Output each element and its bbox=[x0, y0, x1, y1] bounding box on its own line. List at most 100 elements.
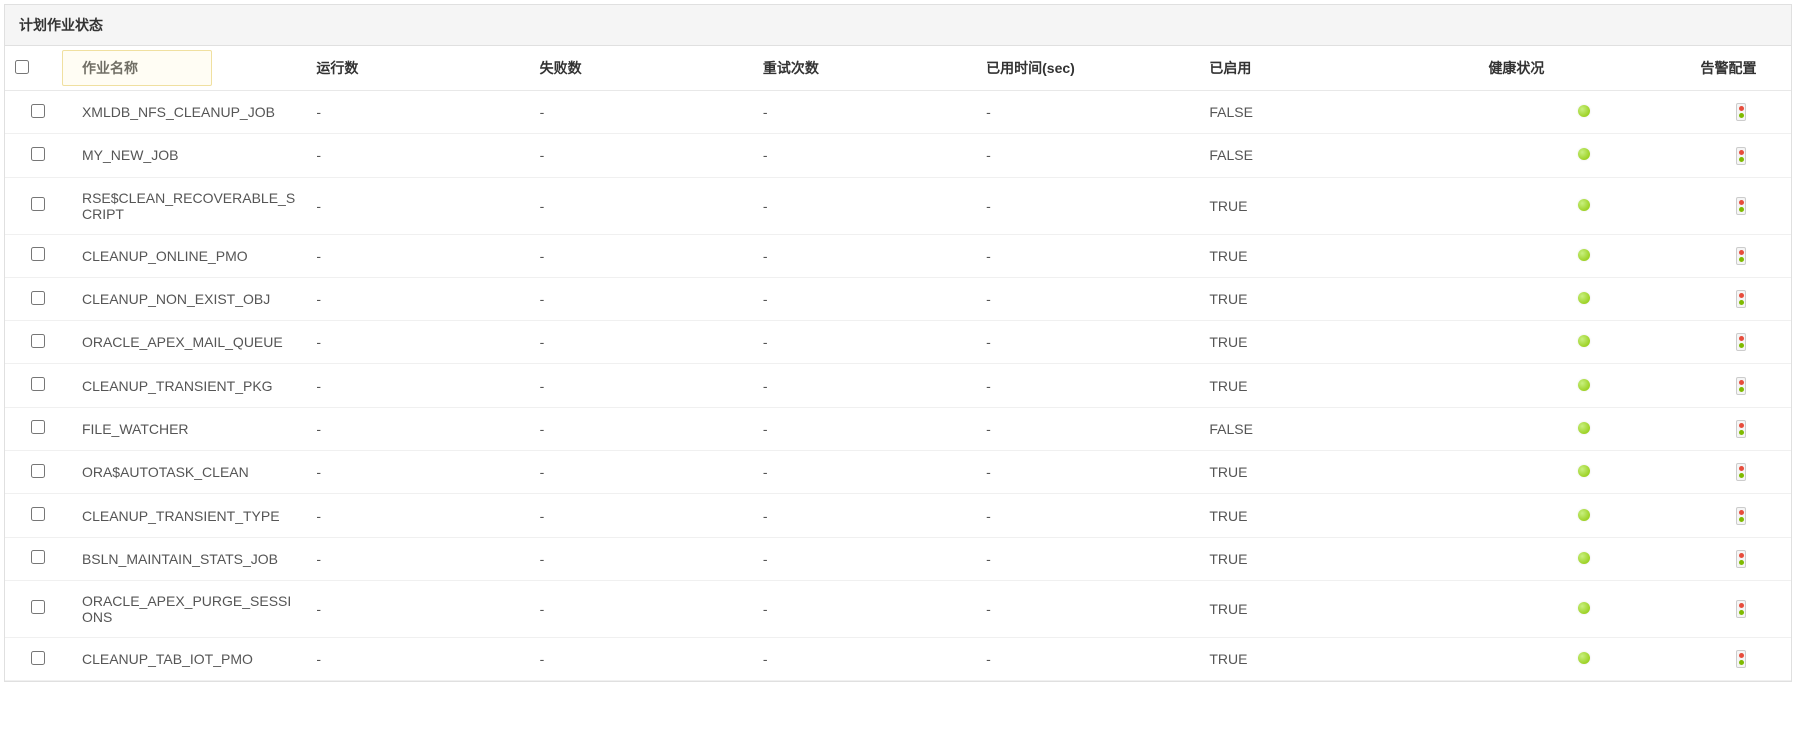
row-checkbox-cell bbox=[5, 537, 72, 580]
row-checkbox-cell bbox=[5, 637, 72, 680]
table-row: BSLN_MAINTAIN_STATS_JOB----TRUE bbox=[5, 537, 1791, 580]
cell-retry-count: - bbox=[753, 637, 976, 680]
cell-run-count: - bbox=[306, 580, 529, 637]
row-checkbox[interactable] bbox=[31, 247, 45, 261]
row-checkbox[interactable] bbox=[31, 147, 45, 161]
alarm-config-icon[interactable] bbox=[1736, 600, 1746, 618]
row-checkbox[interactable] bbox=[31, 464, 45, 478]
cell-run-count: - bbox=[306, 407, 529, 450]
select-all-checkbox[interactable] bbox=[15, 60, 29, 74]
row-checkbox-cell bbox=[5, 364, 72, 407]
row-checkbox[interactable] bbox=[31, 600, 45, 614]
cell-alarm bbox=[1691, 134, 1791, 177]
alarm-config-icon[interactable] bbox=[1736, 290, 1746, 308]
alarm-config-icon[interactable] bbox=[1736, 147, 1746, 165]
cell-time: - bbox=[976, 234, 1199, 277]
cell-retry-count: - bbox=[753, 177, 976, 234]
alarm-config-icon[interactable] bbox=[1736, 507, 1746, 525]
header-alarm[interactable]: 告警配置 bbox=[1691, 46, 1791, 91]
alarm-config-icon[interactable] bbox=[1736, 103, 1746, 121]
cell-run-count: - bbox=[306, 321, 529, 364]
cell-health bbox=[1478, 537, 1690, 580]
cell-job-name[interactable]: ORA$AUTOTASK_CLEAN bbox=[72, 451, 306, 494]
alarm-config-icon[interactable] bbox=[1736, 650, 1746, 668]
cell-time: - bbox=[976, 177, 1199, 234]
cell-health bbox=[1478, 91, 1690, 134]
row-checkbox-cell bbox=[5, 494, 72, 537]
cell-job-name[interactable]: CLEANUP_TRANSIENT_TYPE bbox=[72, 494, 306, 537]
cell-job-name[interactable]: CLEANUP_NON_EXIST_OBJ bbox=[72, 277, 306, 320]
cell-run-count: - bbox=[306, 234, 529, 277]
cell-job-name[interactable]: BSLN_MAINTAIN_STATS_JOB bbox=[72, 537, 306, 580]
cell-run-count: - bbox=[306, 451, 529, 494]
cell-run-count: - bbox=[306, 134, 529, 177]
cell-retry-count: - bbox=[753, 234, 976, 277]
row-checkbox[interactable] bbox=[31, 550, 45, 564]
cell-time: - bbox=[976, 364, 1199, 407]
cell-run-count: - bbox=[306, 91, 529, 134]
cell-fail-count: - bbox=[530, 321, 753, 364]
header-fail[interactable]: 失败数 bbox=[530, 46, 753, 91]
cell-job-name[interactable]: MY_NEW_JOB bbox=[72, 134, 306, 177]
alarm-config-icon[interactable] bbox=[1736, 247, 1746, 265]
health-status-icon bbox=[1578, 292, 1590, 304]
table-header-row: 作业名称 运行数 失败数 重试次数 已用时间(sec) 已启用 健康状况 告警配… bbox=[5, 46, 1791, 91]
cell-run-count: - bbox=[306, 537, 529, 580]
cell-fail-count: - bbox=[530, 580, 753, 637]
cell-alarm bbox=[1691, 364, 1791, 407]
cell-enabled: TRUE bbox=[1199, 177, 1478, 234]
row-checkbox[interactable] bbox=[31, 420, 45, 434]
alarm-config-icon[interactable] bbox=[1736, 420, 1746, 438]
table-row: RSE$CLEAN_RECOVERABLE_SCRIPT----TRUE bbox=[5, 177, 1791, 234]
cell-enabled: FALSE bbox=[1199, 91, 1478, 134]
row-checkbox[interactable] bbox=[31, 377, 45, 391]
row-checkbox-cell bbox=[5, 407, 72, 450]
cell-health bbox=[1478, 451, 1690, 494]
cell-health bbox=[1478, 494, 1690, 537]
header-time[interactable]: 已用时间(sec) bbox=[976, 46, 1199, 91]
alarm-config-icon[interactable] bbox=[1736, 197, 1746, 215]
row-checkbox[interactable] bbox=[31, 291, 45, 305]
health-status-icon bbox=[1578, 602, 1590, 614]
cell-alarm bbox=[1691, 537, 1791, 580]
alarm-config-icon[interactable] bbox=[1736, 333, 1746, 351]
cell-health bbox=[1478, 364, 1690, 407]
cell-retry-count: - bbox=[753, 580, 976, 637]
row-checkbox-cell bbox=[5, 91, 72, 134]
cell-job-name[interactable]: FILE_WATCHER bbox=[72, 407, 306, 450]
cell-fail-count: - bbox=[530, 277, 753, 320]
row-checkbox[interactable] bbox=[31, 197, 45, 211]
header-retry[interactable]: 重试次数 bbox=[753, 46, 976, 91]
cell-retry-count: - bbox=[753, 407, 976, 450]
header-name[interactable]: 作业名称 bbox=[72, 46, 306, 91]
cell-retry-count: - bbox=[753, 364, 976, 407]
cell-job-name[interactable]: CLEANUP_TRANSIENT_PKG bbox=[72, 364, 306, 407]
alarm-config-icon[interactable] bbox=[1736, 463, 1746, 481]
cell-time: - bbox=[976, 321, 1199, 364]
cell-enabled: TRUE bbox=[1199, 234, 1478, 277]
alarm-config-icon[interactable] bbox=[1736, 377, 1746, 395]
cell-retry-count: - bbox=[753, 91, 976, 134]
cell-job-name[interactable]: CLEANUP_TAB_IOT_PMO bbox=[72, 637, 306, 680]
cell-job-name[interactable]: CLEANUP_ONLINE_PMO bbox=[72, 234, 306, 277]
cell-job-name[interactable]: ORACLE_APEX_MAIL_QUEUE bbox=[72, 321, 306, 364]
cell-job-name[interactable]: ORACLE_APEX_PURGE_SESSIONS bbox=[72, 580, 306, 637]
row-checkbox[interactable] bbox=[31, 334, 45, 348]
cell-enabled: TRUE bbox=[1199, 451, 1478, 494]
cell-fail-count: - bbox=[530, 134, 753, 177]
table-row: ORA$AUTOTASK_CLEAN----TRUE bbox=[5, 451, 1791, 494]
row-checkbox[interactable] bbox=[31, 104, 45, 118]
job-status-table: 作业名称 运行数 失败数 重试次数 已用时间(sec) 已启用 健康状况 告警配… bbox=[5, 46, 1791, 681]
alarm-config-icon[interactable] bbox=[1736, 550, 1746, 568]
cell-alarm bbox=[1691, 637, 1791, 680]
cell-job-name[interactable]: RSE$CLEAN_RECOVERABLE_SCRIPT bbox=[72, 177, 306, 234]
cell-job-name[interactable]: XMLDB_NFS_CLEANUP_JOB bbox=[72, 91, 306, 134]
row-checkbox-cell bbox=[5, 277, 72, 320]
table-row: CLEANUP_TAB_IOT_PMO----TRUE bbox=[5, 637, 1791, 680]
header-run[interactable]: 运行数 bbox=[306, 46, 529, 91]
cell-alarm bbox=[1691, 494, 1791, 537]
row-checkbox[interactable] bbox=[31, 507, 45, 521]
header-health[interactable]: 健康状况 bbox=[1478, 46, 1690, 91]
header-enabled[interactable]: 已启用 bbox=[1199, 46, 1478, 91]
row-checkbox[interactable] bbox=[31, 651, 45, 665]
